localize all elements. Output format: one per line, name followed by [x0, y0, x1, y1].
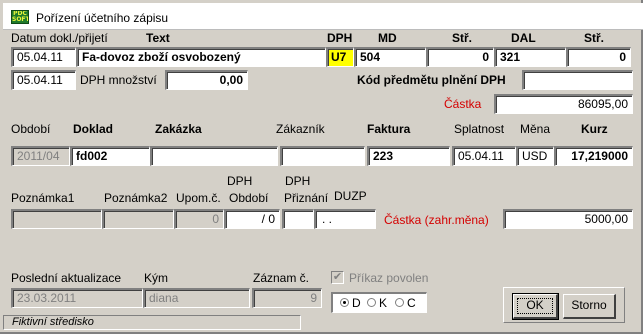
focus-rect: [517, 298, 553, 314]
dph-priznani-field[interactable]: [282, 209, 314, 229]
radio-c-label[interactable]: C: [407, 296, 416, 310]
label-dph-priznani-bottom: Přiznání: [284, 191, 329, 205]
radio-group-dkc: D K C: [331, 292, 427, 313]
zaznam-field: 9: [252, 288, 322, 308]
label-text: Text: [146, 31, 170, 45]
castka-field[interactable]: 86095,00: [494, 94, 633, 114]
poznamka2-field[interactable]: [102, 209, 174, 229]
label-castka: Částka: [444, 97, 482, 111]
splatnost-field[interactable]: 05.04.11: [452, 146, 516, 166]
mena-field[interactable]: USD: [516, 146, 554, 166]
label-castka-zahr: Částka (zahr.měna): [384, 213, 489, 227]
upominka-field: 0: [174, 209, 224, 229]
radio-d-label[interactable]: D: [352, 296, 361, 310]
dal-account-field[interactable]: 321: [494, 47, 566, 67]
storno-button[interactable]: Storno: [563, 294, 616, 319]
radio-k-label[interactable]: K: [379, 296, 387, 310]
kym-field: diana: [143, 288, 250, 308]
datum-field[interactable]: 05.04.11: [11, 47, 76, 67]
doklad-field[interactable]: fd002: [70, 146, 150, 166]
label-str-md: Stř.: [452, 31, 473, 45]
radio-k[interactable]: [367, 298, 376, 307]
radio-d[interactable]: [340, 298, 349, 307]
posledni-aktualizace-field: 23.03.2011: [11, 288, 143, 308]
label-faktura: Faktura: [367, 122, 411, 136]
zakazka-field[interactable]: [150, 146, 278, 166]
label-md: MD: [378, 31, 397, 45]
datum-prijeti-field[interactable]: 05.04.11: [11, 70, 76, 90]
label-prikaz-povolen: Příkaz povolen: [349, 271, 429, 285]
label-dph-mnozstvi: DPH množství: [80, 73, 157, 87]
label-dph-obdobi-bottom: Období: [229, 191, 269, 205]
dph-obdobi-field[interactable]: / 0: [224, 209, 280, 229]
poznamka1-field[interactable]: [11, 209, 102, 229]
label-splatnost: Splatnost: [454, 122, 505, 136]
label-dph: DPH: [327, 31, 353, 45]
label-zakaznik: Zákazník: [276, 122, 325, 136]
label-kurz: Kurz: [581, 122, 608, 136]
prikaz-povolen-checkbox[interactable]: ✔: [331, 271, 344, 284]
status-bar: Fiktivní středisko: [3, 315, 301, 330]
label-poznamka1: Poznámka1: [11, 191, 75, 205]
dph-code-field[interactable]: U7: [326, 47, 354, 67]
label-kod-predmetu: Kód předmětu plnění DPH: [357, 73, 506, 87]
label-str-dal: Stř.: [584, 31, 605, 45]
label-datum: Datum dokl./přijetí: [11, 31, 108, 45]
obdobi-field: 2011/04: [11, 146, 70, 166]
label-upominka: Upom.č.: [176, 191, 221, 205]
zakaznik-field[interactable]: [280, 146, 365, 166]
kurz-field[interactable]: 17,219000: [554, 146, 633, 166]
dph-mnozstvi-field[interactable]: 0,00: [165, 70, 248, 90]
text-field[interactable]: Fa-dovoz zboží osvobozený: [76, 47, 326, 67]
label-zakazka: Zakázka: [155, 122, 202, 136]
label-doklad: Doklad: [73, 122, 114, 136]
storno-button-label: Storno: [571, 298, 607, 312]
label-duzp: DUZP: [334, 189, 367, 203]
dialog-window: PDC SOFT Pořízení účetního zápisu Datum d…: [0, 0, 643, 334]
button-group: OK Storno: [503, 287, 625, 323]
radio-c[interactable]: [395, 298, 404, 307]
md-center-field[interactable]: 0: [426, 47, 494, 67]
status-text: Fiktivní středisko: [12, 316, 94, 328]
label-kym: Kým: [144, 271, 168, 285]
label-dph-priznani-top: DPH: [285, 174, 311, 188]
label-obdobi: Období: [11, 122, 51, 136]
label-posledni-aktualizace: Poslední aktualizace: [11, 271, 122, 285]
window-title: Pořízení účetního zápisu: [36, 11, 169, 25]
title-bar[interactable]: PDC SOFT Pořízení účetního zápisu: [3, 3, 643, 30]
ok-button[interactable]: OK: [512, 293, 559, 320]
label-poznamka2: Poznámka2: [104, 191, 168, 205]
duzp-field[interactable]: . .: [314, 209, 376, 229]
checkmark-icon: ✔: [332, 271, 343, 283]
md-account-field[interactable]: 504: [354, 47, 426, 67]
label-dph-obdobi-top: DPH: [227, 174, 253, 188]
label-zaznam: Záznam č.: [253, 271, 310, 285]
label-mena: Měna: [520, 122, 551, 136]
dal-center-field[interactable]: 0: [566, 47, 631, 67]
kod-predmetu-field[interactable]: [522, 70, 633, 90]
app-icon: PDC SOFT: [11, 10, 29, 24]
faktura-field[interactable]: 223: [367, 146, 450, 166]
label-dal: DAL: [511, 31, 536, 45]
castka-zahr-field[interactable]: 5000,00: [503, 209, 633, 229]
